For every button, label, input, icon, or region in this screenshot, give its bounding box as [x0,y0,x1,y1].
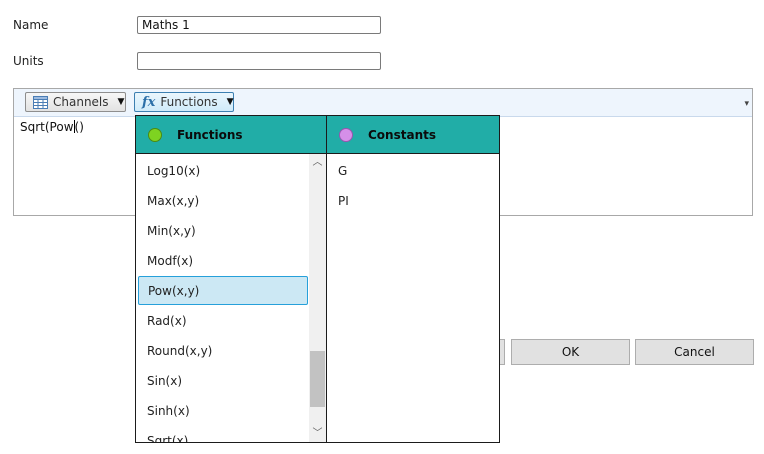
fx-icon: fx [142,94,156,110]
chevron-down-icon: ▼ [117,97,125,107]
chevron-down-icon: ▼ [226,97,234,107]
scroll-up-icon[interactable]: ︿ [309,154,326,171]
channels-label: Channels [53,95,109,109]
list-item[interactable]: Log10(x) [138,156,308,185]
functions-panel: Functions Log10(x) Max(x,y) Min(x,y) Mod… [135,115,327,443]
list-item[interactable]: Rad(x) [138,306,308,335]
cancel-button[interactable]: Cancel [635,339,754,365]
functions-panel-title: Functions [177,127,243,142]
list-item[interactable]: PI [329,186,497,215]
functions-dropdown-button[interactable]: fx Functions ▼ [134,92,234,112]
list-item[interactable]: Min(x,y) [138,216,308,245]
constants-panel: Constants G PI [326,115,500,443]
units-label: Units [13,54,44,68]
list-item[interactable]: Modf(x) [138,246,308,275]
list-item[interactable]: Sqrt(x) [138,426,308,443]
constants-panel-header: Constants [327,116,499,154]
name-field[interactable]: Maths 1 [137,16,381,34]
list-item-selected[interactable]: Pow(x,y) [138,276,308,305]
expression-after-caret: () [74,120,84,134]
list-item[interactable]: G [329,156,497,185]
list-item[interactable]: Max(x,y) [138,186,308,215]
expression-text[interactable]: Sqrt(Pow() [20,120,84,134]
constants-dot-icon [339,127,353,142]
ok-button[interactable]: OK [511,339,630,365]
functions-scrollbar[interactable]: ︿ ﹀ [309,154,326,442]
scroll-down-icon[interactable]: ﹀ [309,425,326,442]
name-label: Name [13,18,49,32]
channels-dropdown-button[interactable]: Channels ▼ [25,92,126,112]
list-item[interactable]: Round(x,y) [138,336,308,365]
constants-panel-title: Constants [368,127,436,142]
expression-before-caret: Sqrt(Pow [20,120,74,134]
functions-dot-icon [148,127,162,142]
functions-panel-header: Functions [136,116,326,154]
editor-toolbar: Channels ▼ fx Functions ▼ ▾ [14,89,752,117]
toolbar-overflow-icon[interactable]: ▾ [744,99,749,109]
list-item[interactable]: Sin(x) [138,366,308,395]
units-field[interactable] [137,52,381,70]
list-item[interactable]: Sinh(x) [138,396,308,425]
scrollbar-thumb[interactable] [310,351,325,407]
table-icon [33,95,48,109]
functions-label: Functions [160,95,218,109]
